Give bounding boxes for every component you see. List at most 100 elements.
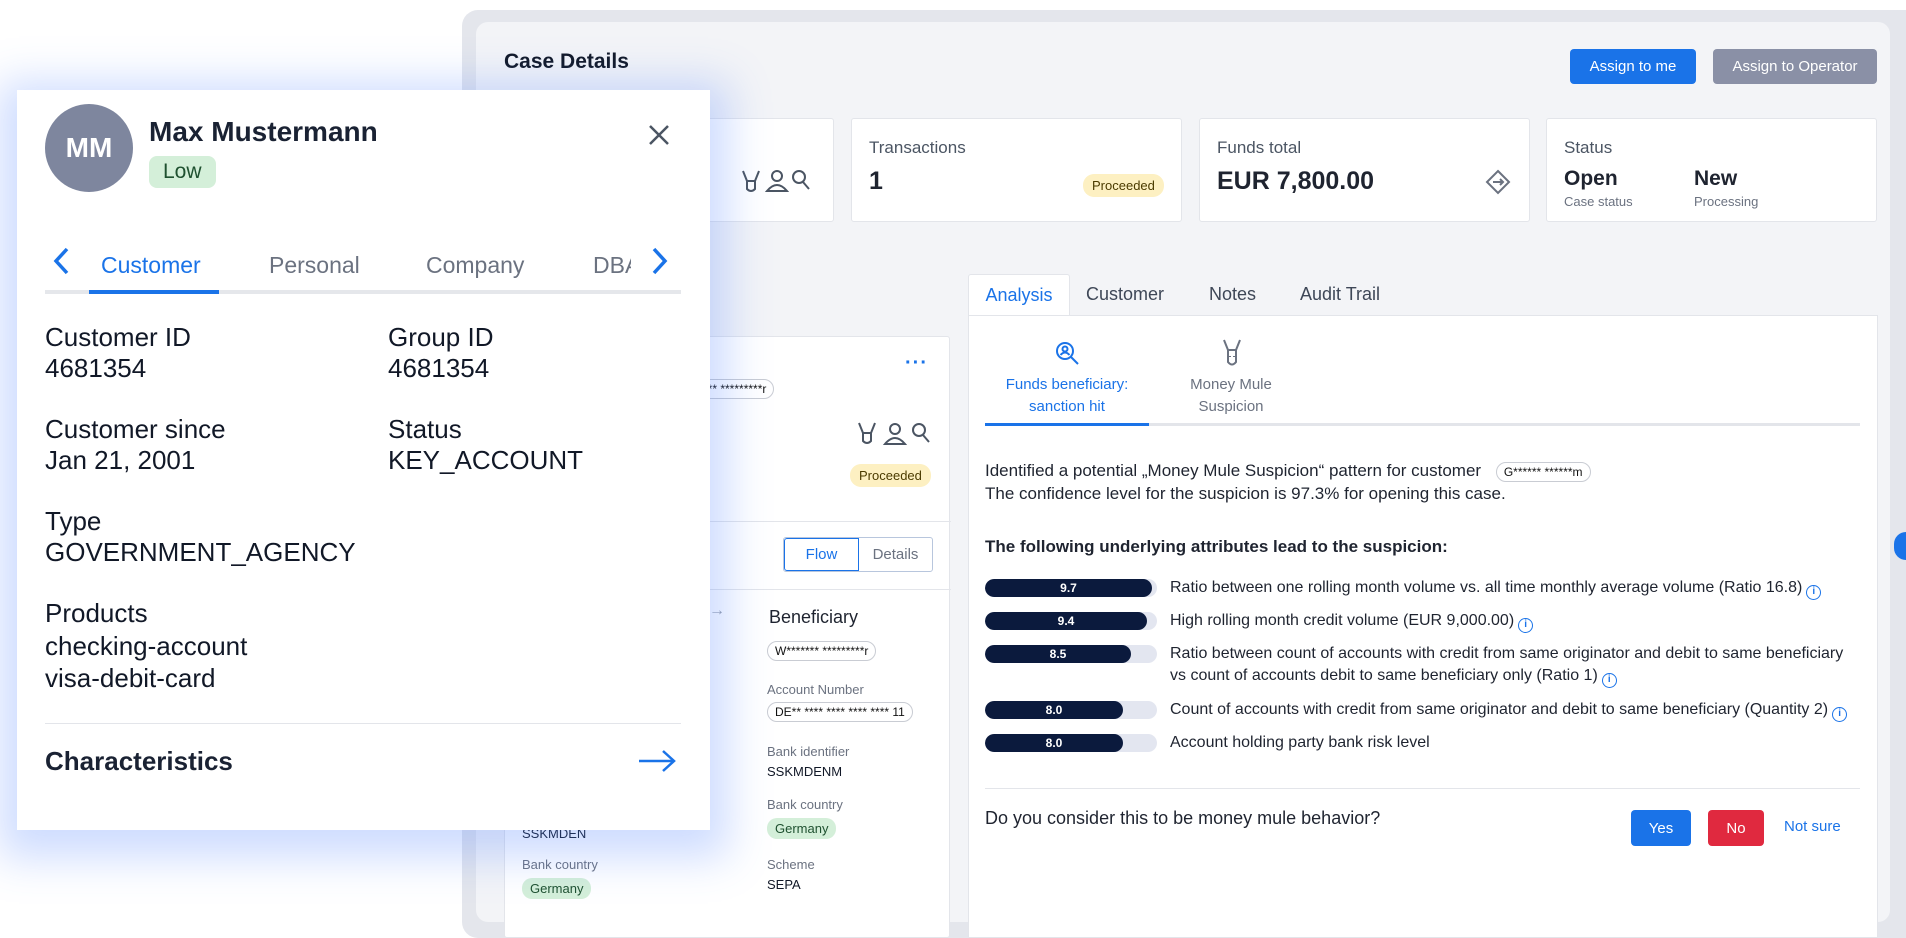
attribute-text: Ratio between one rolling month volume v… xyxy=(1170,577,1855,600)
view-toggle: Flow Details xyxy=(783,537,933,572)
attribute-row: 8.5 Ratio between count of accounts with … xyxy=(985,644,1855,688)
more-options-icon[interactable]: ··· xyxy=(905,353,928,373)
funds-value: EUR 7,800.00 xyxy=(1217,167,1375,195)
info-icon[interactable]: i xyxy=(1601,673,1617,688)
info-icon[interactable]: i xyxy=(1518,618,1534,633)
originator-bank-country-badge: Germany xyxy=(522,878,592,899)
subtab-indicator xyxy=(985,423,1149,426)
status-label: Status xyxy=(1564,138,1613,157)
attributes-heading: The following underlying attributes lead… xyxy=(985,537,1448,556)
group-id-label: Group ID xyxy=(388,322,494,352)
products-label: Products xyxy=(45,598,148,628)
customer-summary-card[interactable] xyxy=(690,118,834,222)
info-icon[interactable]: i xyxy=(1832,707,1848,722)
processing-value: New xyxy=(1694,167,1738,190)
question-text: Do you consider this to be money mule be… xyxy=(985,808,1381,828)
subtab-funds-beneficiary[interactable]: Funds beneficiary: sanction hit xyxy=(985,336,1149,424)
bank-identifier-label: Bank identifier xyxy=(767,744,850,759)
score-bar: 9.4 xyxy=(985,612,1157,630)
divider xyxy=(985,788,1860,789)
arrow-right-icon: → xyxy=(709,602,725,619)
divider xyxy=(45,723,681,724)
processing-label: Processing xyxy=(1694,194,1759,209)
avatar: MM xyxy=(45,104,133,192)
attribute-text: High rolling month credit volume (EUR 9,… xyxy=(1170,610,1855,633)
tab-notes[interactable]: Notes xyxy=(1209,284,1256,305)
product-item: visa-debit-card xyxy=(45,663,216,693)
customer-id: 4681354 xyxy=(45,353,147,383)
analysis-intro: Identified a potential „Money Mule Suspi… xyxy=(985,460,1591,504)
chevron-right-icon[interactable] xyxy=(650,246,670,276)
score-bar-fill: 9.4 xyxy=(985,612,1147,630)
type-label: Type xyxy=(45,506,102,536)
subtab-label: Money Mule Suspicion xyxy=(1190,376,1272,415)
chevron-left-icon[interactable] xyxy=(51,246,71,276)
search-person-icon xyxy=(1056,342,1079,365)
type-value: GOVERNMENT_AGENCY xyxy=(45,537,356,567)
transactions-label: Transactions xyxy=(869,138,966,157)
customer-since: Jan 21, 2001 xyxy=(45,445,196,475)
score-bar: 9.7 xyxy=(985,579,1157,597)
attribute-row: 8.0 Count of accounts with credit from sa… xyxy=(985,700,1855,722)
score-bar: 8.0 xyxy=(985,734,1157,752)
indicator-icons xyxy=(858,422,930,445)
tab-audit-trail[interactable]: Audit Trail xyxy=(1300,284,1380,305)
status-card[interactable]: Status Open Case status New Processing xyxy=(1546,118,1877,222)
assign-to-operator-button[interactable]: Assign to Operator xyxy=(1713,49,1877,84)
no-button[interactable]: No xyxy=(1708,810,1764,846)
originator-bank-country-label: Bank country xyxy=(522,857,598,872)
attribute-description: Ratio between one rolling month volume v… xyxy=(1170,579,1803,596)
tab-customer[interactable]: Customer xyxy=(101,252,201,279)
score-bar: 8.0 xyxy=(985,701,1157,719)
customer-id-label: Customer ID xyxy=(45,322,191,352)
tab-analysis[interactable]: Analysis xyxy=(968,274,1070,316)
subtab-money-mule[interactable]: Money Mule Suspicion xyxy=(1149,336,1313,424)
bank-country-badge: Germany xyxy=(767,818,837,839)
score-bar-fill: 8.5 xyxy=(985,645,1131,663)
attribute-text: Count of accounts with credit from same … xyxy=(1170,699,1855,722)
group-id: 4681354 xyxy=(388,353,490,383)
attribute-description: Account holding party bank risk level xyxy=(1170,734,1430,751)
transactions-count: 1 xyxy=(869,167,883,195)
product-item: checking-account xyxy=(45,631,248,661)
attribute-row: 8.0 Account holding party bank risk level xyxy=(985,733,1855,752)
details-toggle-button[interactable]: Details xyxy=(859,538,932,571)
status-badge: Proceeded xyxy=(1083,174,1164,197)
customer-name: Max Mustermann xyxy=(149,116,378,147)
assign-to-me-button[interactable]: Assign to me xyxy=(1570,49,1696,84)
risk-badge: Low xyxy=(149,156,216,188)
tab-company[interactable]: Company xyxy=(426,252,524,279)
close-icon[interactable] xyxy=(648,124,670,146)
subtab-label: Funds beneficiary: sanction hit xyxy=(1005,376,1129,415)
account-number: DE** **** **** **** **** 11 xyxy=(767,702,913,722)
status-badge: Proceeded xyxy=(850,464,931,487)
characteristics-row[interactable]: Characteristics xyxy=(45,740,681,784)
characteristics-label: Characteristics xyxy=(45,746,233,776)
case-status-value: Open xyxy=(1564,167,1618,190)
score-bar-fill: 9.7 xyxy=(985,579,1152,597)
status-value: KEY_ACCOUNT xyxy=(388,445,584,475)
tab-dba[interactable]: DBA xyxy=(593,252,631,279)
tab-personal[interactable]: Personal xyxy=(269,252,360,279)
not-sure-link[interactable]: Not sure xyxy=(1784,818,1841,835)
customer-masked: G****** ******m xyxy=(1495,462,1591,482)
attribute-description: Ratio between count of accounts with cre… xyxy=(1170,645,1844,684)
funds-total-card[interactable]: Funds total EUR 7,800.00 xyxy=(1199,118,1530,222)
yes-button[interactable]: Yes xyxy=(1631,810,1691,846)
tab-customer[interactable]: Customer xyxy=(1086,284,1164,305)
funds-label: Funds total xyxy=(1217,138,1302,157)
transfer-icon xyxy=(1485,169,1511,195)
beneficiary-title: Beneficiary xyxy=(769,607,859,627)
flow-toggle-button[interactable]: Flow xyxy=(784,538,859,571)
scheme-label: Scheme xyxy=(767,857,815,872)
customer-popup: MM Max Mustermann Low Customer Personal … xyxy=(17,90,710,830)
donkey-icon xyxy=(1223,339,1241,366)
bank-identifier: SSKMDENM xyxy=(767,764,843,779)
account-number-label: Account Number xyxy=(767,682,864,697)
attribute-text: Ratio between count of accounts with cre… xyxy=(1170,643,1855,688)
transactions-card[interactable]: Transactions 1 Proceeded xyxy=(851,118,1182,222)
status-label: Status xyxy=(388,414,462,444)
attribute-description: High rolling month credit volume (EUR 9,… xyxy=(1170,612,1515,629)
attribute-row: 9.4 High rolling month credit volume (EUR… xyxy=(985,611,1855,633)
info-icon[interactable]: i xyxy=(1806,585,1822,600)
